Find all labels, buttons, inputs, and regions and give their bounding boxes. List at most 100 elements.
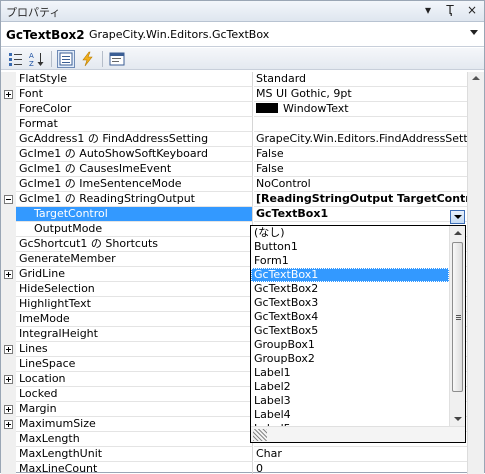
property-row[interactable]: MaxLineCount 0 <box>1 462 467 474</box>
property-row[interactable]: GcIme1 の CausesImeEvent False <box>1 162 467 177</box>
property-name: ImeMode <box>16 312 253 327</box>
property-row[interactable]: MaxLengthUnit Char <box>1 447 467 462</box>
list-item[interactable]: Label4 <box>251 408 449 422</box>
object-type: GrapeCity.Win.Editors.GcTextBox <box>89 28 270 41</box>
list-item[interactable]: Label2 <box>251 380 449 394</box>
window-title: プロパティ <box>6 6 61 19</box>
list-item[interactable]: Button1 <box>251 240 449 254</box>
scroll-down-icon[interactable] <box>454 417 462 421</box>
expand-plus-icon[interactable] <box>4 345 13 354</box>
property-name: ForeColor <box>16 102 253 117</box>
property-row[interactable]: Format <box>1 117 467 132</box>
property-name: OutputMode <box>16 222 253 237</box>
property-value[interactable]: [ReadingStringOutput TargetControl <box>254 192 467 207</box>
expand-plus-icon[interactable] <box>4 420 13 429</box>
list-item[interactable]: GcTextBox2 <box>251 282 449 296</box>
expand-plus-icon[interactable] <box>4 90 13 99</box>
toolbar-separator <box>102 51 103 67</box>
list-item[interactable]: GcTextBox3 <box>251 296 449 310</box>
expand-plus-icon[interactable] <box>4 405 13 414</box>
list-item[interactable]: Label3 <box>251 394 449 408</box>
property-value[interactable]: MS UI Gothic, 9pt <box>254 87 467 102</box>
dropdown-button[interactable] <box>450 210 465 224</box>
property-row[interactable]: Font MS UI Gothic, 9pt <box>1 87 467 102</box>
window-position-icon[interactable]: ▾ <box>422 3 434 17</box>
chevron-down-icon[interactable] <box>470 30 478 35</box>
property-name: FlatStyle <box>16 72 253 87</box>
property-row[interactable]: FlatStyle Standard <box>1 72 467 87</box>
dropdown-scrollbar[interactable] <box>449 226 465 426</box>
toolbar-separator <box>51 51 52 67</box>
property-value[interactable]: False <box>254 162 467 177</box>
property-name: HideSelection <box>16 282 253 297</box>
property-row[interactable]: GcIme1 の ReadingStringOutput [ReadingStr… <box>1 192 467 207</box>
property-name: GenerateMember <box>16 252 253 267</box>
list-item-selected[interactable]: GcTextBox1 <box>251 268 449 282</box>
object-selector[interactable]: GcTextBox2 GrapeCity.Win.Editors.GcTextB… <box>1 23 484 47</box>
property-name: LineSpace <box>16 357 253 372</box>
list-item[interactable]: GcTextBox5 <box>251 324 449 338</box>
property-value[interactable]: NoControl <box>254 177 467 192</box>
property-name: TargetControl <box>16 207 253 222</box>
properties-icon[interactable] <box>57 50 75 68</box>
title-bar: プロパティ ▾ Ҭ × <box>1 1 484 22</box>
property-name: HighlightText <box>16 297 253 312</box>
collapse-minus-icon[interactable] <box>4 195 13 204</box>
property-name: GcIme1 の ImeSentenceMode <box>16 177 253 192</box>
property-row[interactable]: GcIme1 の AutoShowSoftKeyboard False <box>1 147 467 162</box>
auto-hide-pin-icon[interactable]: Ҭ <box>444 3 456 17</box>
property-name: Font <box>16 87 253 102</box>
property-name: Location <box>16 372 253 387</box>
list-item[interactable]: GcTextBox4 <box>251 310 449 324</box>
property-name: GcIme1 の AutoShowSoftKeyboard <box>16 147 253 162</box>
toolbar: A Z <box>1 48 484 70</box>
property-value[interactable]: WindowText <box>254 102 467 117</box>
close-icon[interactable]: × <box>466 3 478 17</box>
scroll-up-icon[interactable] <box>454 231 462 235</box>
property-value[interactable]: Standard <box>254 72 467 87</box>
property-name: MaxLengthUnit <box>16 447 253 462</box>
expand-plus-icon[interactable] <box>4 375 13 384</box>
object-name: GcTextBox2 <box>6 28 85 42</box>
property-grid-scrollbar[interactable] <box>467 72 484 474</box>
list-item[interactable]: Form1 <box>251 254 449 268</box>
property-name: Format <box>16 117 253 132</box>
scroll-up-icon[interactable] <box>472 76 480 80</box>
svg-text:Z: Z <box>29 60 34 68</box>
property-value[interactable]: Char <box>254 447 467 462</box>
color-name: WindowText <box>283 102 349 115</box>
property-row[interactable]: GcAddress1 の FindAddressSetting GrapeCit… <box>1 132 467 147</box>
resize-grip-icon[interactable] <box>253 429 267 441</box>
property-name: GcAddress1 の FindAddressSetting <box>16 132 253 147</box>
alphabetical-icon[interactable]: A Z <box>28 50 46 68</box>
property-value[interactable]: False <box>254 147 467 162</box>
window-controls: ▾ Ҭ × <box>422 3 478 17</box>
property-name: GcShortcut1 の Shortcuts <box>16 237 253 252</box>
property-value-editor[interactable]: GcTextBox1 <box>254 207 467 222</box>
expand-plus-icon[interactable] <box>4 270 13 279</box>
list-item[interactable]: GroupBox1 <box>251 338 449 352</box>
events-icon[interactable] <box>79 50 97 68</box>
scroll-thumb[interactable] <box>452 242 463 392</box>
property-value[interactable] <box>254 117 467 132</box>
list-item[interactable]: Label1 <box>251 366 449 380</box>
target-control-dropdown-list[interactable]: (なし) Button1 Form1 GcTextBox1 GcTextBox2… <box>250 225 466 443</box>
property-pages-icon[interactable] <box>108 50 126 68</box>
color-swatch <box>256 103 278 113</box>
properties-window: プロパティ ▾ Ҭ × GcTextBox2 GrapeCity.Win.Edi… <box>0 0 485 474</box>
svg-text:A: A <box>29 52 34 60</box>
property-name: GcIme1 の CausesImeEvent <box>16 162 253 177</box>
resize-grip[interactable] <box>251 426 465 442</box>
property-name: MaxLineCount <box>16 462 253 474</box>
property-name: GcIme1 の ReadingStringOutput <box>16 192 253 207</box>
property-value[interactable]: GrapeCity.Win.Editors.FindAddressSetting <box>254 132 467 147</box>
property-row[interactable]: ForeColor WindowText <box>1 102 467 117</box>
property-row[interactable]: GcIme1 の ImeSentenceMode NoControl <box>1 177 467 192</box>
property-value[interactable]: 0 <box>254 462 467 474</box>
property-name: GridLine <box>16 267 253 282</box>
property-row-selected[interactable]: TargetControl GcTextBox1 <box>1 207 467 222</box>
list-item[interactable]: GroupBox2 <box>251 352 449 366</box>
property-name: IntegralHeight <box>16 327 253 342</box>
list-item[interactable]: (なし) <box>251 226 449 240</box>
categorized-icon[interactable] <box>7 50 25 68</box>
